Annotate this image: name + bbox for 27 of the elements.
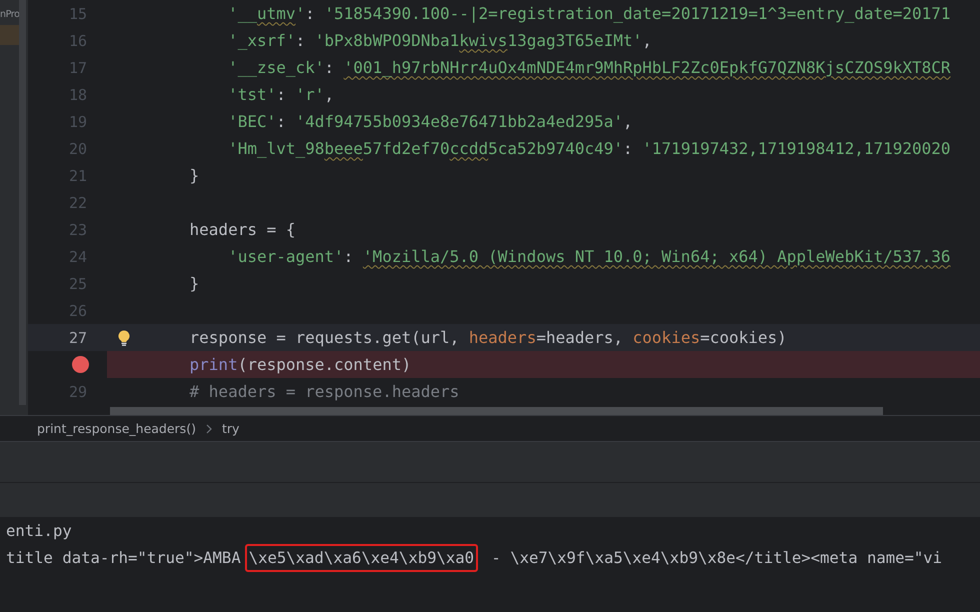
code-line: } <box>188 274 200 294</box>
console-output-text: enti.py <box>5 520 73 542</box>
code-line: 'Hm_lvt_98beee57fd2ef70ccdd5ca52b9740c49': '1719197432,1719198412,171920020 <box>227 138 951 158</box>
code-line: print(response.content) <box>188 354 412 374</box>
code-line: headers = { <box>188 220 296 240</box>
console-output-text: title data-rh="true">AMBA <box>5 548 242 568</box>
code-line: '__utmv': '51854390.100--|2=registration_date=20171219=1^3=entry_date=20171 <box>227 4 951 24</box>
chevron-icon <box>206 424 212 434</box>
line-number: 27 <box>68 328 87 346</box>
breadcrumb-item[interactable]: print_response_headers() <box>37 421 196 436</box>
scrollbar[interactable] <box>19 0 26 405</box>
code-line: 'user-agent': 'Mozilla/5.0 (Windows NT 10.0; Win64; x64) AppleWebKit/537.36 <box>227 246 951 266</box>
code-line: '__zse_ck': '001_h97rbNHrr4uOx4mNDE4mr9MhRpHbLF2Zc0EpkfG7QZN8KjsCZOS9kXT8CR <box>227 58 951 78</box>
breakpoint-icon[interactable] <box>72 356 89 373</box>
breadcrumb-item[interactable]: try <box>222 421 240 436</box>
lightbulb-icon[interactable] <box>118 330 130 346</box>
code-line: '_xsrf': 'bPx8bWPO9DNba1kwivs13gag3T65eIMt', <box>227 30 652 50</box>
highlighted-output-text: \xe5\xad\xa6\xe4\xb9\xa0 <box>244 544 478 572</box>
console-output-text: - \xe7\x9f\xa5\xe4\xb9\x8e</title><meta name="vi <box>490 548 944 568</box>
code-line: 'tst': 'r', <box>227 84 334 104</box>
code-line: } <box>188 166 200 186</box>
code-line: 'BEC': '4df94755b0934e8e76471bb2a4ed295a', <box>227 112 633 132</box>
horizontal-scrollbar[interactable] <box>110 407 883 415</box>
code-line: # headers = response.headers <box>188 382 460 402</box>
code-line: response = requests.get(url, headers=headers, cookies=cookies) <box>188 328 787 348</box>
selected-row[interactable] <box>0 25 19 45</box>
project-name[interactable]: nPro <box>0 0 28 20</box>
